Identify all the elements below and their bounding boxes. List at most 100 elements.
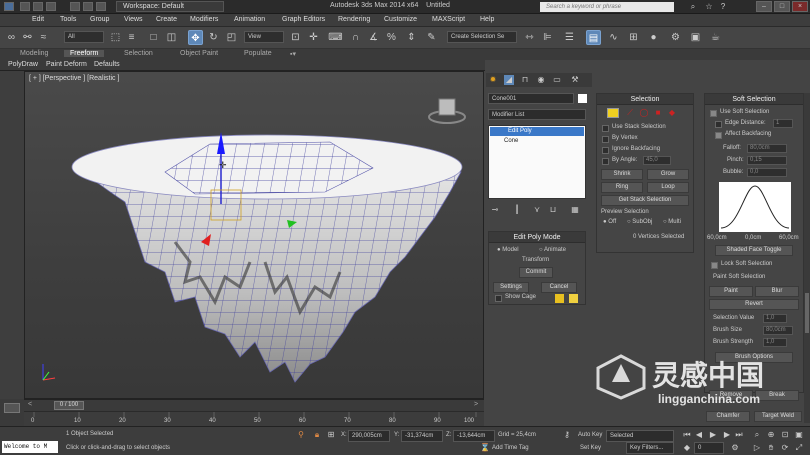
edit-poly-mode-header[interactable]: Edit Poly Mode <box>489 232 585 243</box>
goto-end-icon[interactable]: ⏭ <box>734 430 744 440</box>
remove-modifier-icon[interactable]: ⊔ <box>548 205 558 215</box>
close-button[interactable]: × <box>792 1 808 12</box>
blur-button[interactable]: Blur <box>755 286 799 297</box>
paint-button[interactable]: Paint <box>709 286 753 297</box>
app-menu-icon[interactable] <box>4 2 14 11</box>
falloff-spinner[interactable]: 80,0cm <box>747 144 787 153</box>
loop-button[interactable]: Loop <box>647 182 689 193</box>
slider-right-arrow[interactable]: > <box>474 401 478 408</box>
make-unique-icon[interactable]: ⋎ <box>532 205 542 215</box>
time-slider-thumb[interactable]: 0 / 100 <box>54 401 84 410</box>
by-vertex-checkbox[interactable] <box>602 136 609 143</box>
cage-color-swatch[interactable] <box>555 294 564 303</box>
z-coordinate-field[interactable]: -13,644cm <box>453 430 495 442</box>
time-config-icon[interactable]: ⚙ <box>730 443 740 453</box>
menu-graph-editors[interactable]: Graph Editors <box>282 16 325 23</box>
snaps-toggle-icon[interactable]: ∩ <box>348 30 363 45</box>
animate-radio[interactable]: ○ Animate <box>539 247 566 253</box>
add-time-tag[interactable]: Add Time Tag <box>492 445 529 451</box>
tab-modeling[interactable]: Modeling <box>20 50 48 57</box>
binoculars-icon[interactable]: ⌕ <box>688 2 698 12</box>
hierarchy-tab-icon[interactable]: ⊓ <box>520 75 530 85</box>
project-folder-icon[interactable] <box>96 2 106 11</box>
modify-tab-icon[interactable]: ◢ <box>504 75 514 85</box>
graphite-ribbon-icon[interactable]: ▤ <box>586 30 601 45</box>
stack-item-edit-poly[interactable]: Edit Poly <box>490 127 584 136</box>
menu-views[interactable]: Views <box>124 16 143 23</box>
preview-off-radio[interactable]: ● Off <box>603 219 616 225</box>
bubble-spinner[interactable]: 0,0 <box>747 168 787 177</box>
select-move-icon[interactable]: ✥ <box>188 30 203 45</box>
menu-help[interactable]: Help <box>480 16 494 23</box>
link-icon[interactable]: ∞ <box>4 30 19 45</box>
key-mode-dropdown[interactable]: Selected <box>606 430 674 442</box>
show-end-result-icon[interactable]: ┃ <box>512 205 522 215</box>
new-icon[interactable] <box>20 2 30 11</box>
scrollbar-thumb[interactable] <box>805 293 809 333</box>
edge-mode-icon[interactable]: ⟋ <box>625 108 635 118</box>
modifier-list-dropdown[interactable]: Modifier List <box>488 109 586 120</box>
y-coordinate-field[interactable]: -31,374cm <box>401 430 443 442</box>
render-setup-icon[interactable]: ⚙ <box>668 30 683 45</box>
star-icon[interactable]: ☆ <box>704 2 714 12</box>
menu-group[interactable]: Group <box>90 16 109 23</box>
bind-spacewarp-icon[interactable]: ≈ <box>36 30 51 45</box>
angle-snap-icon[interactable]: ∡ <box>366 30 381 45</box>
shrink-button[interactable]: Shrink <box>601 169 643 180</box>
layer-manager-icon[interactable]: ☰ <box>562 30 577 45</box>
target-weld-button[interactable]: Target Weld <box>754 411 802 422</box>
cage-selected-color-swatch[interactable] <box>569 294 578 303</box>
select-scale-icon[interactable]: ◰ <box>224 30 239 45</box>
menu-customize[interactable]: Customize <box>384 16 417 23</box>
tab-populate[interactable]: Populate <box>244 50 272 57</box>
zoom-all-icon[interactable]: ⊕ <box>766 430 776 440</box>
edge-distance-checkbox[interactable] <box>715 121 722 128</box>
element-mode-icon[interactable]: ◆ <box>667 108 677 118</box>
stack-item-cone[interactable]: Cone <box>490 137 584 146</box>
unlink-icon[interactable]: ⚯ <box>20 30 35 45</box>
shaded-face-toggle-button[interactable]: Shaded Face Toggle <box>715 245 793 256</box>
rendered-frame-icon[interactable]: ▣ <box>688 30 703 45</box>
orbit-icon[interactable]: ⟳ <box>780 443 790 453</box>
time-tag-icon[interactable]: ⌛ <box>480 443 490 453</box>
maximize-viewport-icon[interactable]: ⤢ <box>794 443 804 453</box>
grow-button[interactable]: Grow <box>647 169 689 180</box>
workspace-dropdown[interactable]: Workspace: Default <box>116 1 224 12</box>
selection-header[interactable]: Selection <box>597 94 693 105</box>
by-angle-spinner[interactable]: 45,0 <box>643 156 671 165</box>
pivot-center-icon[interactable]: ⊡ <box>288 30 303 45</box>
minimize-button[interactable]: – <box>756 1 772 12</box>
window-crossing-icon[interactable]: ◫ <box>164 30 179 45</box>
next-frame-icon[interactable]: ▶ <box>722 430 732 440</box>
polygon-mode-icon[interactable]: ■ <box>653 108 663 118</box>
menu-rendering[interactable]: Rendering <box>338 16 370 23</box>
current-frame-field[interactable]: 0 <box>694 442 724 454</box>
search-input[interactable]: Search a keyword or phrase <box>540 2 674 12</box>
edit-named-selection-icon[interactable]: ✎ <box>424 30 439 45</box>
select-manipulate-icon[interactable]: ✛ <box>306 30 321 45</box>
track-bar[interactable]: 0 10 20 30 40 50 60 70 80 90 100 <box>24 411 484 426</box>
auto-key-button[interactable]: Auto Key <box>578 432 602 438</box>
key-mode-toggle-icon[interactable]: ◆ <box>682 443 692 453</box>
spinner-snap-icon[interactable]: ⇕ <box>404 30 419 45</box>
tab-selection[interactable]: Selection <box>124 50 153 57</box>
vertex-mode-icon[interactable] <box>607 108 619 118</box>
preview-multi-radio[interactable]: ○ Multi <box>663 219 681 225</box>
maxscript-listener[interactable]: Welcome to M <box>2 441 58 453</box>
menu-create[interactable]: Create <box>156 16 177 23</box>
use-soft-selection-checkbox[interactable] <box>710 110 717 117</box>
play-icon[interactable]: ▶ <box>708 430 718 440</box>
border-mode-icon[interactable]: ◯ <box>639 108 649 118</box>
affect-backfacing-checkbox[interactable] <box>715 132 722 139</box>
reference-coord-dropdown[interactable]: View <box>244 31 284 43</box>
tab-object-paint[interactable]: Object Paint <box>180 50 218 57</box>
lock-soft-selection-checkbox[interactable] <box>711 262 718 269</box>
cancel-button[interactable]: Cancel <box>541 282 577 293</box>
selection-set-dropdown[interactable]: Create Selection Se <box>447 31 517 43</box>
save-icon[interactable] <box>46 2 56 11</box>
mini-listener-toggle[interactable] <box>0 399 24 426</box>
curve-editor-icon[interactable]: ∿ <box>606 30 621 45</box>
by-angle-checkbox[interactable] <box>602 158 609 165</box>
zoom-extents-icon[interactable]: ⊡ <box>780 430 790 440</box>
menu-maxscript[interactable]: MAXScript <box>432 16 465 23</box>
